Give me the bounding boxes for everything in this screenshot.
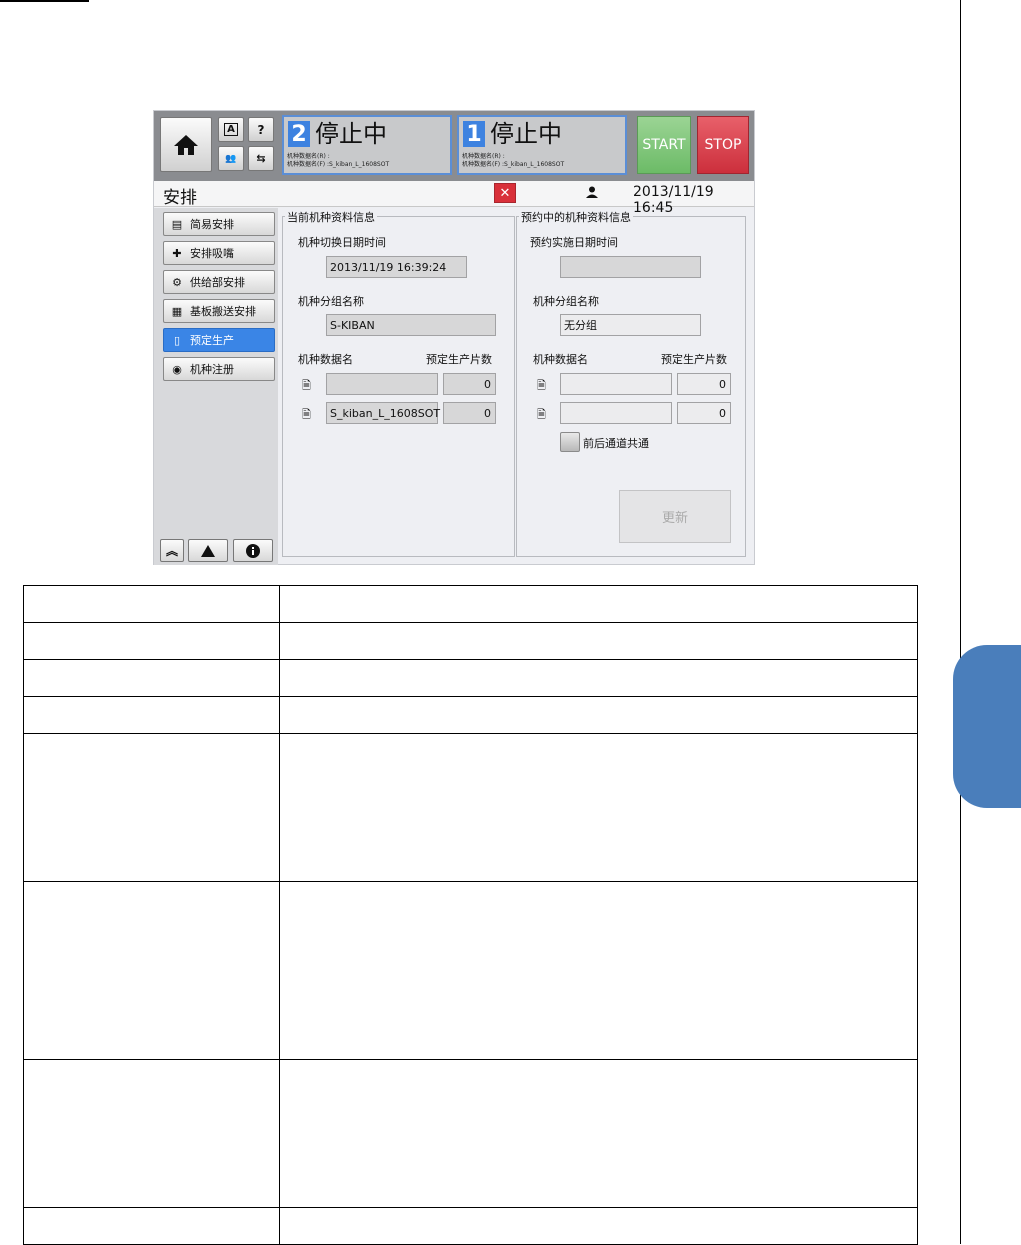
current-group-title: 当前机种资料信息 <box>285 209 377 225</box>
switch-time-field: 2013/11/19 16:39:24 <box>326 256 467 278</box>
reserved-count-header: 预定生产片数 <box>661 353 727 366</box>
help-icon: ? <box>257 122 265 137</box>
lane-status-text: 停止中 <box>490 120 562 148</box>
current-count-header: 预定生产片数 <box>426 353 492 366</box>
lane-info-rear: 机种数据名(R) : <box>462 153 505 160</box>
current-group-name-field: S-KIBAN <box>326 314 496 336</box>
sidebar-item-nozzle[interactable]: ✚ 安排吸嘴 <box>163 241 275 265</box>
sidebar-item-simple-arrange[interactable]: ▤ 简易安排 <box>163 212 275 236</box>
table-row <box>23 622 918 660</box>
reserved-rear-count[interactable]: 0 <box>677 373 731 395</box>
front-lane-file-icon: 🗎 <box>537 408 546 421</box>
operators-icon: 👥 <box>225 153 237 164</box>
title-bar: 安排 ✕ 2013/11/19 16:45 <box>154 181 754 216</box>
datetime-display: 2013/11/19 16:45 <box>633 184 714 216</box>
sidebar-item-label: 简易安排 <box>190 218 234 231</box>
sidebar-item-label: 基板搬送安排 <box>190 305 256 318</box>
page-margin-line <box>960 0 961 1244</box>
conveyor-icon: ▦ <box>171 304 183 318</box>
machine-screen: A ? 👥 ⇆ 2 停止中 机种数据名(R) : 机种数据名(F) :S_kib… <box>153 110 755 565</box>
nozzle-icon: ✚ <box>172 246 182 260</box>
clipboard-icon: ▯ <box>173 333 181 347</box>
reserved-group-name-field[interactable]: 无分组 <box>560 314 701 336</box>
update-button[interactable]: 更新 <box>619 490 731 543</box>
header-rule <box>0 0 89 2</box>
warning-icon <box>201 544 215 557</box>
chapter-tab <box>953 645 1021 808</box>
rear-lane-file-icon: 🗎 <box>302 379 311 392</box>
user-icon <box>586 186 598 201</box>
current-front-count: 0 <box>443 402 496 424</box>
table-row <box>23 1207 918 1245</box>
sidebar-item-label: 供给部安排 <box>190 276 245 289</box>
usb-button[interactable]: ⇆ <box>248 146 274 171</box>
sidebar-item-label: 预定生产 <box>190 334 234 347</box>
help-button[interactable]: ? <box>248 117 274 142</box>
reserved-group-title: 预约中的机种资料信息 <box>519 209 633 225</box>
sidebar-item-conveyor[interactable]: ▦ 基板搬送安排 <box>163 299 275 323</box>
operator-button[interactable]: 👥 <box>218 146 244 171</box>
reserved-data-name-header: 机种数据名 <box>533 353 588 366</box>
home-icon <box>174 134 198 155</box>
page-title: 安排 <box>163 188 197 208</box>
reserved-front-count[interactable]: 0 <box>677 402 731 424</box>
lane-info-rear: 机种数据名(R) : <box>287 153 330 160</box>
lane-2-status[interactable]: 2 停止中 机种数据名(R) : 机种数据名(F) :S_kiban_L_160… <box>282 115 452 175</box>
sidebar-item-label: 机种注册 <box>190 363 234 376</box>
sidebar-item-scheduled-production[interactable]: ▯ 预定生产 <box>163 328 275 352</box>
current-group-name-label: 机种分组名称 <box>298 295 364 308</box>
start-button[interactable]: START <box>637 116 691 174</box>
alarm-button[interactable] <box>188 539 228 562</box>
current-rear-data-name <box>326 373 438 395</box>
auto-mode-icon: A <box>224 123 238 136</box>
table-row <box>23 733 918 882</box>
current-front-data-name: S_kiban_L_1608SOT <box>326 402 440 424</box>
table-row <box>23 585 918 623</box>
table-row <box>23 881 918 1060</box>
current-data-name-header: 机种数据名 <box>298 353 353 366</box>
rear-lane-file-icon: 🗎 <box>537 379 546 392</box>
home-button[interactable] <box>160 117 212 172</box>
double-chevron-up-icon: ︽ <box>165 544 178 558</box>
close-icon: ✕ <box>499 185 511 201</box>
sidebar-item-model-register[interactable]: ◉ 机种注册 <box>163 357 275 381</box>
list-icon: ▤ <box>171 217 183 231</box>
lane-status-text: 停止中 <box>315 120 387 148</box>
reserved-group-name-label: 机种分组名称 <box>533 295 599 308</box>
usb-icon: ⇆ <box>256 152 266 165</box>
sidebar-item-feeder[interactable]: ⚙ 供给部安排 <box>163 270 275 294</box>
switch-time-label: 机种切换日期时间 <box>298 236 386 249</box>
reserved-rear-data-name[interactable] <box>560 373 672 395</box>
info-button[interactable] <box>233 539 273 562</box>
info-icon <box>246 543 260 558</box>
front-lane-file-icon: 🗎 <box>302 408 311 421</box>
register-icon: ◉ <box>172 362 182 376</box>
lane-number: 1 <box>463 121 485 147</box>
close-button[interactable]: ✕ <box>494 183 516 203</box>
table-row <box>23 696 918 734</box>
description-table <box>23 585 918 1245</box>
exec-time-field[interactable] <box>560 256 701 278</box>
lane-1-status[interactable]: 1 停止中 机种数据名(R) : 机种数据名(F) :S_kiban_L_160… <box>457 115 627 175</box>
common-lane-checkbox[interactable] <box>560 432 580 452</box>
table-row <box>23 1059 918 1208</box>
reserved-front-data-name[interactable] <box>560 402 672 424</box>
exec-time-label: 预约实施日期时间 <box>530 236 618 249</box>
stop-button[interactable]: STOP <box>697 116 749 174</box>
lane-info-front: 机种数据名(F) :S_kiban_L_1608SOT <box>462 161 565 168</box>
sidebar-item-label: 安排吸嘴 <box>190 247 234 260</box>
current-rear-count: 0 <box>443 373 496 395</box>
collapse-button[interactable]: ︽ <box>160 539 184 562</box>
common-lane-label: 前后通道共通 <box>583 437 649 450</box>
feeder-icon: ⚙ <box>172 275 182 289</box>
table-row <box>23 659 918 697</box>
top-bar: A ? 👥 ⇆ 2 停止中 机种数据名(R) : 机种数据名(F) :S_kib… <box>154 111 754 181</box>
lane-info-front: 机种数据名(F) :S_kiban_L_1608SOT <box>287 161 390 168</box>
lane-number: 2 <box>288 121 310 147</box>
sidebar: ▤ 简易安排 ✚ 安排吸嘴 ⚙ 供给部安排 ▦ 基板搬送安排 ▯ 预定生产 ◉ … <box>154 208 278 565</box>
auto-mode-button[interactable]: A <box>218 117 244 142</box>
